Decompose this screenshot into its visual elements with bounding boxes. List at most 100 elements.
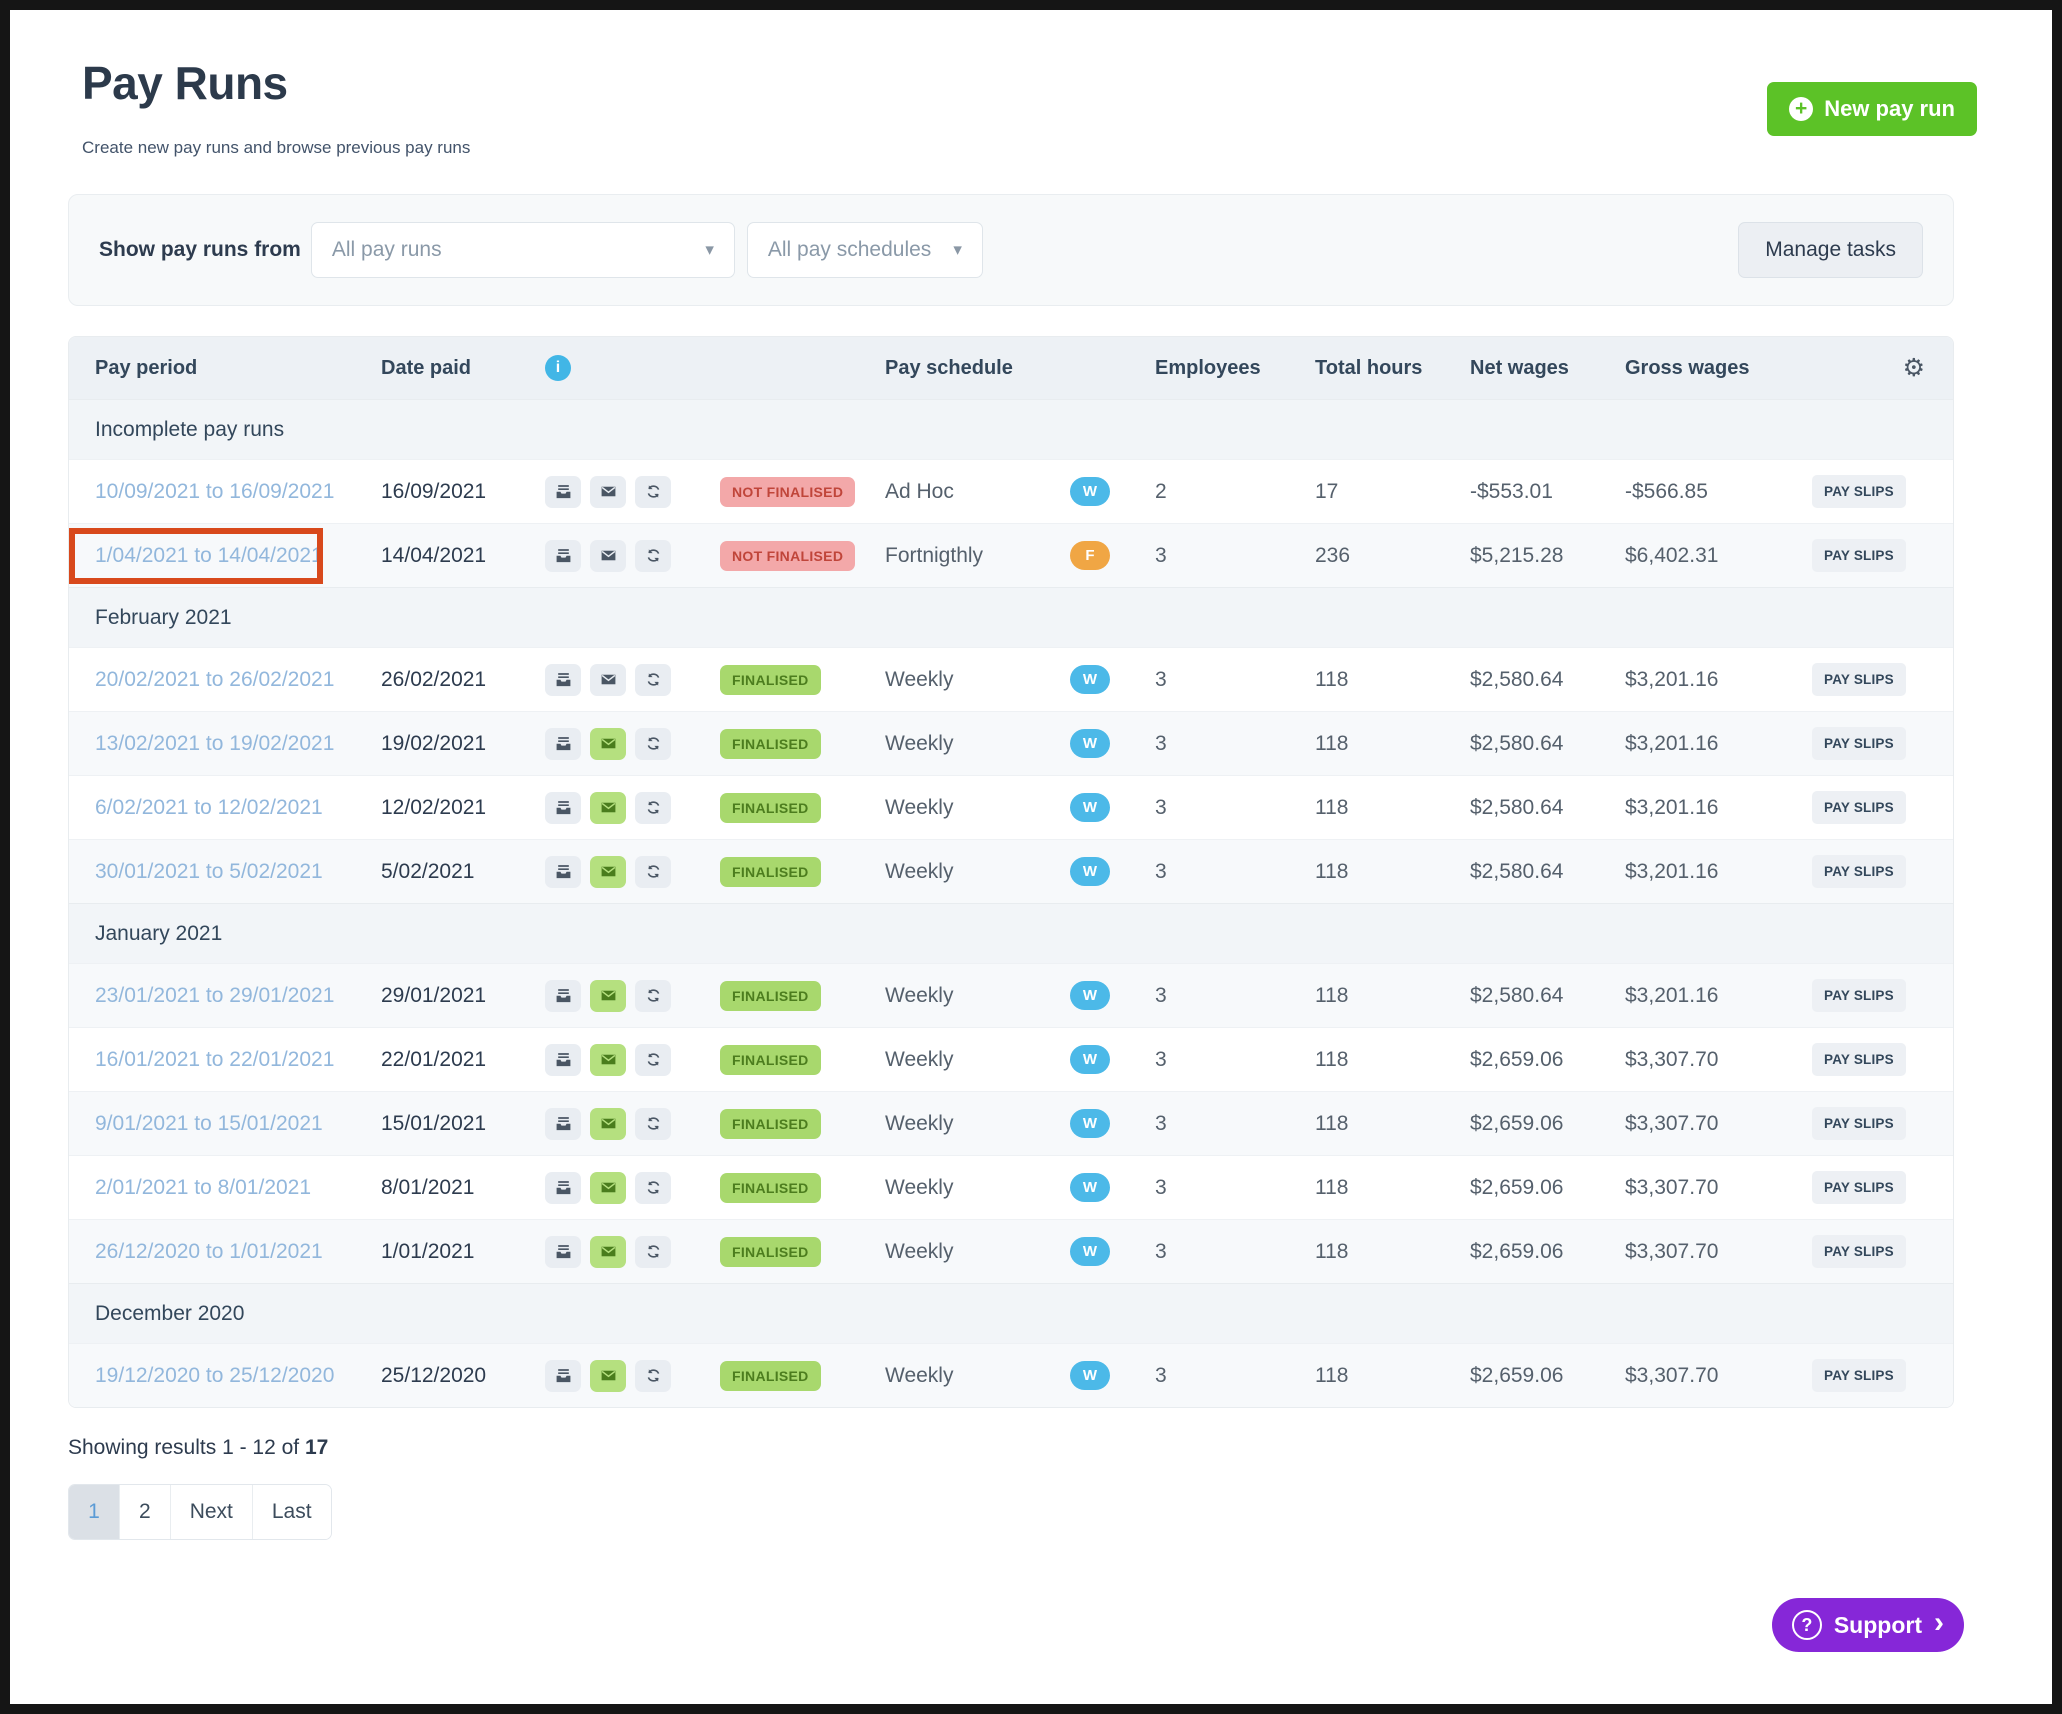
pay-schedule-value: Weekly bbox=[885, 732, 1070, 756]
pay-runs-filter-dropdown[interactable]: All pay runs bbox=[311, 222, 735, 278]
table-row: 16/01/2021 to 22/01/2021 22/01/2021 FINA… bbox=[69, 1027, 1953, 1091]
refresh-icon[interactable] bbox=[635, 856, 671, 888]
print-icon[interactable] bbox=[545, 1360, 581, 1392]
pay-slips-button[interactable]: PAY SLIPS bbox=[1812, 791, 1906, 824]
status-badge: FINALISED bbox=[720, 665, 821, 695]
pay-slips-button[interactable]: PAY SLIPS bbox=[1812, 855, 1906, 888]
print-icon[interactable] bbox=[545, 980, 581, 1012]
pay-slips-button[interactable]: PAY SLIPS bbox=[1812, 1043, 1906, 1076]
email-icon[interactable] bbox=[590, 792, 626, 824]
frequency-badge: W bbox=[1070, 1361, 1110, 1390]
refresh-icon[interactable] bbox=[635, 1108, 671, 1140]
pay-period-link[interactable]: 30/01/2021 to 5/02/2021 bbox=[95, 860, 323, 883]
info-icon[interactable] bbox=[545, 355, 571, 381]
pay-slips-button[interactable]: PAY SLIPS bbox=[1812, 663, 1906, 696]
email-icon[interactable] bbox=[590, 1360, 626, 1392]
print-icon[interactable] bbox=[545, 1044, 581, 1076]
pay-slips-button[interactable]: PAY SLIPS bbox=[1812, 539, 1906, 572]
email-icon[interactable] bbox=[590, 1044, 626, 1076]
print-icon[interactable] bbox=[545, 476, 581, 508]
page-title: Pay Runs bbox=[82, 56, 2014, 110]
email-icon[interactable] bbox=[590, 540, 626, 572]
email-icon[interactable] bbox=[590, 1236, 626, 1268]
email-icon[interactable] bbox=[590, 728, 626, 760]
email-icon[interactable] bbox=[590, 1172, 626, 1204]
email-icon[interactable] bbox=[590, 980, 626, 1012]
support-button[interactable]: Support bbox=[1772, 1598, 1964, 1652]
pay-schedules-filter-dropdown[interactable]: All pay schedules bbox=[747, 222, 983, 278]
refresh-icon[interactable] bbox=[635, 1360, 671, 1392]
pay-period-link[interactable]: 10/09/2021 to 16/09/2021 bbox=[95, 480, 334, 503]
net-wages-value: $2,659.06 bbox=[1470, 1048, 1625, 1072]
pagination-next-button[interactable]: Next bbox=[170, 1485, 252, 1539]
email-icon[interactable] bbox=[590, 476, 626, 508]
new-pay-run-button[interactable]: New pay run bbox=[1767, 82, 1977, 136]
net-wages-value: $5,215.28 bbox=[1470, 544, 1625, 568]
refresh-icon[interactable] bbox=[635, 664, 671, 696]
refresh-icon[interactable] bbox=[635, 540, 671, 572]
col-pay-period: Pay period bbox=[69, 357, 381, 380]
pay-slips-button[interactable]: PAY SLIPS bbox=[1812, 1359, 1906, 1392]
total-hours-value: 118 bbox=[1315, 1176, 1470, 1200]
new-pay-run-label: New pay run bbox=[1824, 96, 1955, 122]
refresh-icon[interactable] bbox=[635, 1236, 671, 1268]
pay-period-link[interactable]: 23/01/2021 to 29/01/2021 bbox=[95, 984, 334, 1007]
total-hours-value: 118 bbox=[1315, 1364, 1470, 1388]
pay-slips-button[interactable]: PAY SLIPS bbox=[1812, 1107, 1906, 1140]
date-paid-value: 26/02/2021 bbox=[381, 668, 545, 692]
employees-value: 3 bbox=[1155, 860, 1315, 884]
section-january-2021: January 2021 bbox=[69, 903, 1953, 963]
pay-slips-button[interactable]: PAY SLIPS bbox=[1812, 1171, 1906, 1204]
print-icon[interactable] bbox=[545, 1172, 581, 1204]
refresh-icon[interactable] bbox=[635, 728, 671, 760]
frequency-badge: W bbox=[1070, 1109, 1110, 1138]
refresh-icon[interactable] bbox=[635, 792, 671, 824]
status-badge: NOT FINALISED bbox=[720, 541, 855, 571]
pay-period-link[interactable]: 2/01/2021 to 8/01/2021 bbox=[95, 1176, 311, 1199]
pay-slips-button[interactable]: PAY SLIPS bbox=[1812, 475, 1906, 508]
total-hours-value: 118 bbox=[1315, 732, 1470, 756]
net-wages-value: $2,580.64 bbox=[1470, 796, 1625, 820]
col-date-paid: Date paid bbox=[381, 357, 545, 380]
pay-period-link[interactable]: 9/01/2021 to 15/01/2021 bbox=[95, 1112, 323, 1135]
pay-period-link[interactable]: 13/02/2021 to 19/02/2021 bbox=[95, 732, 334, 755]
refresh-icon[interactable] bbox=[635, 1172, 671, 1204]
gross-wages-value: $3,201.16 bbox=[1625, 732, 1812, 756]
pagination-page-2[interactable]: 2 bbox=[119, 1485, 170, 1539]
pay-slips-button[interactable]: PAY SLIPS bbox=[1812, 1235, 1906, 1268]
print-icon[interactable] bbox=[545, 1108, 581, 1140]
table-row: 19/12/2020 to 25/12/2020 25/12/2020 FINA… bbox=[69, 1343, 1953, 1407]
manage-tasks-button[interactable]: Manage tasks bbox=[1738, 222, 1923, 278]
pay-slips-button[interactable]: PAY SLIPS bbox=[1812, 727, 1906, 760]
gross-wages-value: $3,307.70 bbox=[1625, 1240, 1812, 1264]
print-icon[interactable] bbox=[545, 664, 581, 696]
refresh-icon[interactable] bbox=[635, 1044, 671, 1076]
pay-slips-button[interactable]: PAY SLIPS bbox=[1812, 979, 1906, 1012]
total-hours-value: 236 bbox=[1315, 544, 1470, 568]
col-employees: Employees bbox=[1155, 357, 1315, 380]
email-icon[interactable] bbox=[590, 856, 626, 888]
pay-period-link[interactable]: 20/02/2021 to 26/02/2021 bbox=[95, 668, 334, 691]
pay-schedule-value: Weekly bbox=[885, 860, 1070, 884]
email-icon[interactable] bbox=[590, 1108, 626, 1140]
print-icon[interactable] bbox=[545, 792, 581, 824]
pay-period-link[interactable]: 6/02/2021 to 12/02/2021 bbox=[95, 796, 323, 819]
gross-wages-value: $6,402.31 bbox=[1625, 544, 1812, 568]
pay-period-link[interactable]: 1/04/2021 to 14/04/2021 bbox=[95, 544, 323, 567]
pagination-last-button[interactable]: Last bbox=[252, 1485, 331, 1539]
refresh-icon[interactable] bbox=[635, 980, 671, 1012]
status-badge: FINALISED bbox=[720, 1045, 821, 1075]
gear-icon[interactable] bbox=[1903, 353, 1953, 383]
pagination-page-1[interactable]: 1 bbox=[69, 1485, 119, 1539]
print-icon[interactable] bbox=[545, 540, 581, 572]
refresh-icon[interactable] bbox=[635, 476, 671, 508]
filter-label: Show pay runs from bbox=[99, 238, 301, 262]
print-icon[interactable] bbox=[545, 728, 581, 760]
pay-period-link[interactable]: 16/01/2021 to 22/01/2021 bbox=[95, 1048, 334, 1071]
pay-period-link[interactable]: 19/12/2020 to 25/12/2020 bbox=[95, 1364, 334, 1387]
print-icon[interactable] bbox=[545, 856, 581, 888]
print-icon[interactable] bbox=[545, 1236, 581, 1268]
section-december-2020: December 2020 bbox=[69, 1283, 1953, 1343]
pay-period-link[interactable]: 26/12/2020 to 1/01/2021 bbox=[95, 1240, 323, 1263]
email-icon[interactable] bbox=[590, 664, 626, 696]
